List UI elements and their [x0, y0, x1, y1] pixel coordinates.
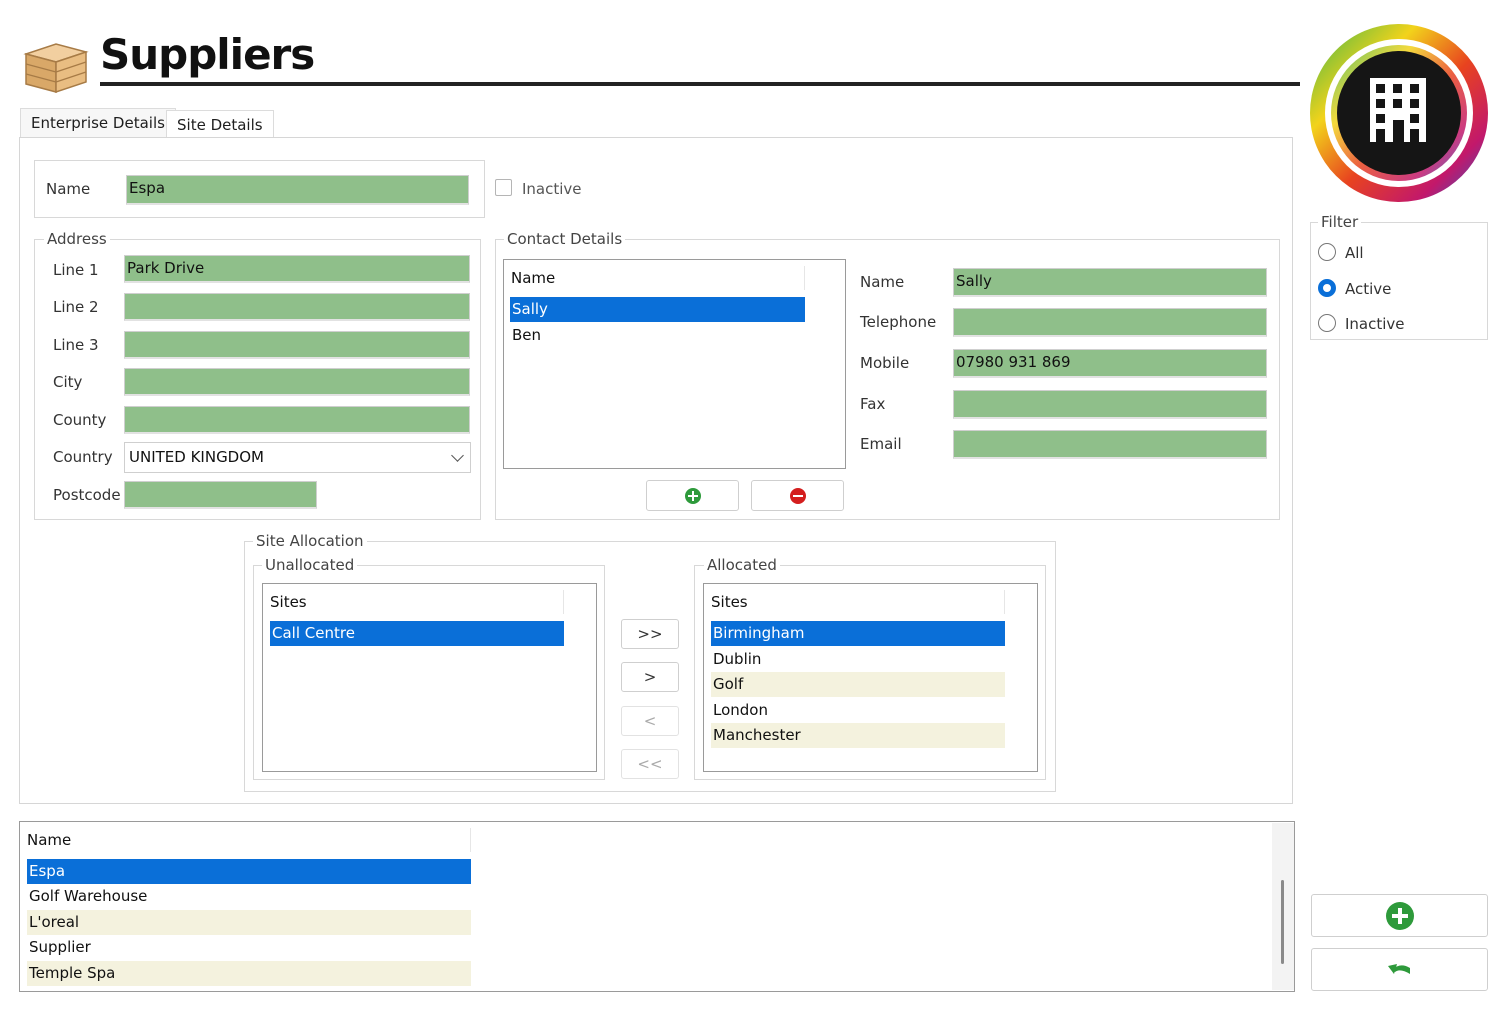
contact-details-legend: Contact Details	[504, 230, 626, 248]
chevron-down-icon[interactable]	[451, 449, 464, 462]
line3-field[interactable]	[124, 331, 470, 359]
list-item[interactable]: Sally	[510, 297, 805, 322]
unallocate-all-button[interactable]: <<	[621, 749, 679, 779]
allocate-selected-button[interactable]: >	[621, 662, 679, 692]
filter-inactive-label[interactable]: Inactive	[1345, 314, 1405, 334]
filter-all-label[interactable]: All	[1345, 243, 1364, 263]
list-item[interactable]: London	[711, 698, 1005, 723]
add-contact-button[interactable]	[646, 480, 739, 511]
undo-arrow-icon	[1387, 963, 1410, 974]
filter-legend: Filter	[1318, 213, 1362, 231]
telephone-field[interactable]	[953, 308, 1267, 337]
vertical-scrollbar-thumb[interactable]	[1281, 880, 1284, 964]
mobile-field[interactable]: 07980 931 869	[953, 349, 1267, 378]
line1-label: Line 1	[53, 261, 99, 279]
county-field[interactable]	[124, 406, 470, 434]
line1-field[interactable]: Park Drive	[124, 255, 470, 283]
list-item[interactable]: Dublin	[711, 647, 1005, 672]
remove-circle-icon	[789, 487, 806, 504]
filter-active-label[interactable]: Active	[1345, 279, 1391, 299]
remove-contact-button[interactable]	[751, 480, 844, 511]
list-item[interactable]: Golf	[711, 672, 1005, 697]
contacts-list[interactable]: Name Sally Ben	[503, 259, 846, 469]
list-item[interactable]: Call Centre	[270, 621, 564, 646]
postcode-label: Postcode	[53, 486, 121, 504]
unallocated-sites-header[interactable]: Sites	[263, 590, 564, 614]
country-label: Country	[53, 448, 113, 466]
add-supplier-button[interactable]	[1311, 894, 1488, 937]
line3-label: Line 3	[53, 336, 99, 354]
filter-active-radio[interactable]	[1318, 279, 1336, 297]
list-item[interactable]: Manchester	[711, 723, 1005, 748]
list-item[interactable]: Birmingham	[711, 621, 1005, 646]
tab-site-details[interactable]: Site Details	[166, 110, 274, 139]
country-select-value: UNITED KINGDOM	[129, 448, 264, 466]
allocated-legend: Allocated	[704, 556, 780, 574]
allocate-all-button[interactable]: >>	[621, 619, 679, 649]
county-label: County	[53, 411, 107, 429]
fax-label: Fax	[860, 395, 886, 413]
table-row[interactable]: L'oreal	[27, 910, 471, 935]
filter-inactive-radio[interactable]	[1318, 314, 1336, 332]
site-allocation-legend: Site Allocation	[253, 532, 367, 550]
building-logo	[1308, 22, 1490, 204]
name-label: Name	[46, 180, 91, 198]
country-select[interactable]: UNITED KINGDOM	[124, 442, 471, 473]
postcode-field[interactable]	[124, 481, 317, 509]
contact-name-field[interactable]: Sally	[953, 268, 1267, 297]
add-circle-icon	[684, 487, 701, 504]
table-row[interactable]: Temple Spa	[27, 961, 471, 986]
email-label: Email	[860, 435, 902, 453]
allocated-sites-header[interactable]: Sites	[704, 590, 1005, 614]
unallocated-legend: Unallocated	[262, 556, 358, 574]
undo-button[interactable]	[1311, 948, 1488, 991]
contact-name-label: Name	[860, 273, 905, 291]
list-item[interactable]: Ben	[510, 323, 805, 348]
inactive-checkbox[interactable]	[495, 179, 512, 196]
crate-icon	[22, 36, 90, 94]
unallocate-selected-button[interactable]: <	[621, 706, 679, 736]
add-circle-icon	[1385, 901, 1414, 930]
filter-all-radio[interactable]	[1318, 243, 1336, 261]
suppliers-list[interactable]: Name Espa Golf Warehouse L'oreal Supplie…	[19, 821, 1295, 992]
title-rule	[100, 82, 1300, 86]
table-row[interactable]: Golf Warehouse	[27, 884, 471, 909]
page-title: Suppliers	[100, 30, 315, 79]
city-label: City	[53, 373, 83, 391]
address-legend: Address	[44, 230, 110, 248]
table-row[interactable]: Supplier	[27, 935, 471, 960]
fax-field[interactable]	[953, 390, 1267, 419]
city-field[interactable]	[124, 368, 470, 396]
email-field[interactable]	[953, 430, 1267, 459]
table-row[interactable]: Espa	[27, 859, 471, 884]
tab-enterprise-details[interactable]: Enterprise Details	[20, 108, 176, 137]
allocated-sites-list[interactable]: Sites Birmingham Dublin Golf London Manc…	[703, 583, 1038, 772]
line2-field[interactable]	[124, 293, 470, 321]
telephone-label: Telephone	[860, 313, 937, 331]
contacts-list-header[interactable]: Name	[504, 266, 805, 290]
unallocated-sites-list[interactable]: Sites Call Centre	[262, 583, 597, 772]
inactive-checkbox-label: Inactive	[522, 180, 582, 198]
suppliers-list-header[interactable]: Name	[20, 828, 471, 852]
name-field[interactable]: Espa	[126, 175, 469, 205]
mobile-label: Mobile	[860, 354, 910, 372]
line2-label: Line 2	[53, 298, 99, 316]
